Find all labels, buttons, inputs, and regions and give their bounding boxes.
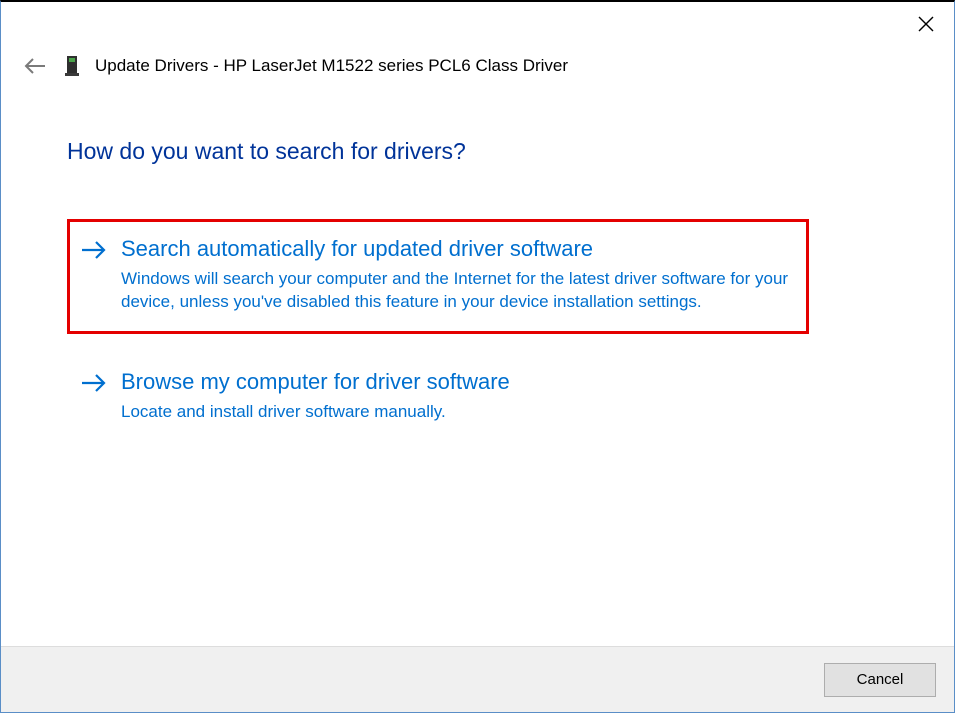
cancel-button[interactable]: Cancel: [824, 663, 936, 697]
update-drivers-dialog: Update Drivers - HP LaserJet M1522 serie…: [0, 0, 955, 713]
option-search-automatically[interactable]: Search automatically for updated driver …: [67, 219, 809, 334]
option-title: Search automatically for updated driver …: [121, 235, 791, 263]
arrow-right-icon: [81, 240, 107, 314]
title-bar: [1, 2, 954, 48]
cancel-button-label: Cancel: [857, 671, 904, 688]
header-row: Update Drivers - HP LaserJet M1522 serie…: [1, 48, 954, 80]
back-button[interactable]: [21, 52, 49, 80]
window-title: Update Drivers - HP LaserJet M1522 serie…: [95, 56, 568, 76]
option-description: Locate and install driver software manua…: [121, 400, 791, 424]
close-icon: [917, 15, 935, 33]
option-description: Windows will search your computer and th…: [121, 267, 791, 315]
option-body: Browse my computer for driver software L…: [121, 368, 791, 423]
content-area: How do you want to search for drivers? S…: [1, 80, 954, 646]
back-arrow-icon: [23, 56, 47, 76]
close-button[interactable]: [912, 10, 940, 38]
option-browse-computer[interactable]: Browse my computer for driver software L…: [67, 352, 809, 443]
option-title: Browse my computer for driver software: [121, 368, 791, 396]
device-icon: [63, 55, 81, 77]
option-body: Search automatically for updated driver …: [121, 235, 791, 314]
page-heading: How do you want to search for drivers?: [67, 138, 894, 165]
dialog-footer: Cancel: [1, 646, 954, 712]
arrow-right-icon: [81, 373, 107, 423]
